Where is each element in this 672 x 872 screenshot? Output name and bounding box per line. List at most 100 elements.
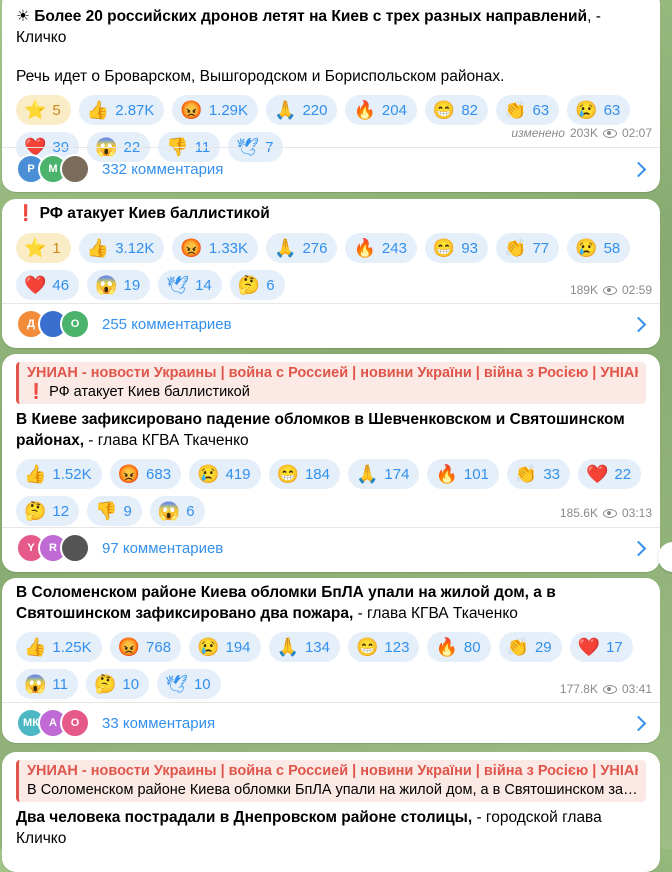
reaction-count: 123 bbox=[384, 638, 410, 656]
reaction-emoji-icon: 👏 bbox=[506, 637, 529, 657]
reaction-pill[interactable]: 😢 194 bbox=[189, 632, 261, 662]
reaction-count: 683 bbox=[146, 465, 172, 483]
edited-label: изменено bbox=[511, 126, 565, 140]
reaction-emoji-icon: 🤔 bbox=[94, 674, 117, 694]
reaction-pill[interactable]: 👏 63 bbox=[496, 95, 560, 125]
reaction-pill[interactable]: 🤔 12 bbox=[16, 496, 80, 526]
reaction-pill[interactable]: 👏 77 bbox=[496, 233, 560, 263]
reaction-pill[interactable]: 🔥 80 bbox=[427, 632, 491, 662]
paid-star-reaction[interactable]: ⭐ 1 bbox=[16, 233, 71, 263]
reaction-pill[interactable]: 😡 1.33K bbox=[172, 233, 259, 263]
reaction-count: 22 bbox=[614, 465, 632, 483]
exclamation-icon: ❗ bbox=[27, 384, 46, 400]
reaction-emoji-icon: 😢 bbox=[197, 637, 220, 657]
post-2-meta: 189K 02:59 bbox=[570, 283, 652, 297]
reaction-count: 82 bbox=[461, 101, 479, 119]
views-eye-icon bbox=[602, 128, 617, 138]
reaction-count: 9 bbox=[123, 502, 132, 520]
sun-icon: ☀ bbox=[16, 8, 30, 25]
reaction-pill[interactable]: 👍 1.52K bbox=[16, 459, 102, 489]
reaction-side-button[interactable] bbox=[658, 542, 672, 572]
reaction-emoji-icon: 😡 bbox=[180, 100, 203, 120]
post-4-meta: 177.8K 03:41 bbox=[560, 682, 652, 696]
reaction-pill[interactable]: 🕊 10 bbox=[157, 669, 221, 699]
reaction-pill[interactable]: 😢 58 bbox=[567, 233, 631, 263]
post-2-title-bold: РФ атакует Киев баллистикой bbox=[39, 205, 270, 222]
reaction-pill[interactable]: 👏 29 bbox=[498, 632, 562, 662]
reaction-pill[interactable]: 🙏 174 bbox=[347, 459, 420, 489]
avatar bbox=[60, 154, 90, 184]
reaction-emoji-icon: 👍 bbox=[24, 637, 47, 657]
reaction-emoji-icon: 😱 bbox=[157, 501, 181, 521]
reply-quote[interactable]: УНИАН - новости Украины | война с Россие… bbox=[16, 760, 646, 802]
views-count: 203K bbox=[569, 126, 598, 140]
reaction-pill[interactable]: ❤️ 22 bbox=[578, 459, 642, 489]
comments-button-post-4[interactable]: МК А О 33 комментария bbox=[16, 706, 650, 740]
reaction-emoji-icon: 🕊 bbox=[166, 275, 190, 295]
reaction-emoji-icon: 😢 bbox=[197, 464, 220, 484]
reaction-pill[interactable]: 🕊 14 bbox=[158, 270, 222, 300]
reaction-count: 63 bbox=[532, 101, 550, 119]
reaction-pill[interactable]: 😁 123 bbox=[347, 632, 420, 662]
reaction-pill[interactable]: 😡 1.29K bbox=[172, 95, 259, 125]
reaction-emoji-icon: 👍 bbox=[24, 464, 47, 484]
reply-quote[interactable]: УНИАН - новости Украины | война с Россие… bbox=[16, 362, 646, 404]
reaction-pill[interactable]: 👎 9 bbox=[87, 496, 142, 526]
reaction-emoji-icon: 👏 bbox=[504, 100, 527, 120]
reaction-pill[interactable]: ❤️ 17 bbox=[569, 632, 633, 662]
reaction-pill[interactable]: 🔥 243 bbox=[345, 233, 417, 263]
reaction-pill[interactable]: 🔥 101 bbox=[427, 459, 499, 489]
message-post-4: В Соломенском районе Киева обломки БпЛА … bbox=[2, 578, 660, 743]
reaction-pill[interactable]: 👏 33 bbox=[506, 459, 570, 489]
reaction-pill[interactable]: 😱 6 bbox=[149, 496, 205, 526]
reaction-pill[interactable]: 👍 1.25K bbox=[16, 632, 102, 662]
views-count: 177.8K bbox=[559, 682, 598, 696]
post-1-title-bold: Более 20 российских дронов летят на Киев… bbox=[34, 8, 588, 25]
reaction-pill[interactable]: 🤔 6 bbox=[229, 270, 285, 300]
comments-button-post-3[interactable]: YR 97 комментариев bbox=[16, 531, 650, 565]
reaction-pill[interactable]: 😁 184 bbox=[268, 459, 340, 489]
reaction-pill[interactable]: 🙏 220 bbox=[266, 95, 338, 125]
reaction-count: 243 bbox=[381, 239, 407, 257]
comments-button-post-1[interactable]: РМ 332 комментария bbox=[16, 152, 650, 186]
reaction-emoji-icon: 👏 bbox=[514, 464, 538, 484]
post-3-title: В Киеве зафиксировано падение обломков в… bbox=[16, 409, 646, 451]
reaction-emoji-icon: 😁 bbox=[276, 464, 299, 484]
comments-button-post-2[interactable]: ДО 255 комментариев bbox=[16, 307, 650, 341]
reaction-pill[interactable]: 😡 768 bbox=[109, 632, 182, 662]
reaction-pill[interactable]: 😁 82 bbox=[424, 95, 489, 125]
reaction-emoji-icon: 🙏 bbox=[274, 238, 297, 258]
reaction-count: 1.52K bbox=[52, 465, 92, 483]
star-icon: ⭐ bbox=[24, 238, 47, 258]
reaction-pill[interactable]: 😢 63 bbox=[567, 95, 631, 125]
reaction-pill[interactable]: 🙏 134 bbox=[268, 632, 340, 662]
reaction-pill[interactable]: 🔥 204 bbox=[345, 95, 417, 125]
reaction-pill[interactable]: 🙏 276 bbox=[266, 233, 338, 263]
reaction-count: 1.33K bbox=[208, 239, 249, 257]
reaction-emoji-icon: 👎 bbox=[95, 501, 118, 521]
reaction-pill[interactable]: 😁 93 bbox=[424, 233, 489, 263]
reaction-emoji-icon: 🙏 bbox=[274, 100, 297, 120]
divider bbox=[2, 303, 660, 304]
post-4-title: В Соломенском районе Киева обломки БпЛА … bbox=[16, 582, 646, 624]
reaction-count: 194 bbox=[225, 638, 251, 656]
reaction-pill[interactable]: 😢 419 bbox=[189, 459, 261, 489]
reaction-pill[interactable]: ❤️ 46 bbox=[16, 270, 80, 300]
avatar: О bbox=[60, 309, 90, 339]
divider bbox=[2, 147, 660, 148]
reaction-pill[interactable]: 😱 11 bbox=[16, 669, 78, 699]
reaction-count: 3.12K bbox=[115, 239, 155, 257]
reaction-emoji-icon: 😢 bbox=[575, 100, 598, 120]
reaction-emoji-icon: 😡 bbox=[117, 637, 141, 657]
reaction-pill[interactable]: 😱 19 bbox=[87, 270, 151, 300]
reaction-pill[interactable]: 😡 683 bbox=[109, 459, 182, 489]
paid-star-reaction[interactable]: ⭐ 5 bbox=[16, 95, 71, 125]
post-time: 02:59 bbox=[621, 283, 652, 297]
reaction-pill[interactable]: 🤔 10 bbox=[86, 669, 150, 699]
post-5-title: Два человека пострадали в Днепровском ра… bbox=[16, 807, 646, 849]
divider bbox=[2, 527, 660, 528]
reaction-pill[interactable]: 👍 3.12K bbox=[78, 233, 165, 263]
commenter-avatars: ДО bbox=[16, 309, 90, 339]
star-icon: ⭐ bbox=[24, 100, 47, 120]
reaction-pill[interactable]: 👍 2.87K bbox=[78, 95, 165, 125]
